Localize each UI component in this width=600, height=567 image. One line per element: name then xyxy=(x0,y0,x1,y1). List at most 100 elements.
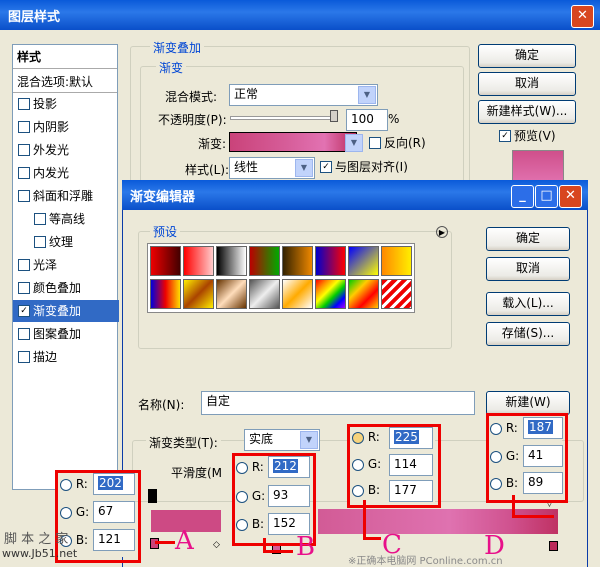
blend-options-item[interactable]: 混合选项:默认 xyxy=(13,69,117,93)
preset-swatch[interactable] xyxy=(249,246,280,276)
rgb-a-b-input[interactable]: 121 xyxy=(93,529,135,551)
checkbox-checked-icon[interactable]: ✓ xyxy=(320,160,332,173)
maximize-icon[interactable]: □ xyxy=(535,185,558,208)
radio-icon[interactable] xyxy=(60,506,72,519)
rgb-b-g-input[interactable]: 93 xyxy=(268,485,310,507)
ok-button[interactable]: 确定 xyxy=(478,44,576,68)
radio-icon[interactable] xyxy=(236,461,248,474)
rgb-d-b-input[interactable]: 89 xyxy=(523,472,563,494)
radio-icon[interactable] xyxy=(236,490,248,503)
style-item-stroke[interactable]: 描边 xyxy=(15,346,113,368)
rgb-c-b-input[interactable]: 177 xyxy=(389,480,433,502)
radio-icon[interactable] xyxy=(352,431,364,444)
rgb-a-g-input[interactable]: 67 xyxy=(93,501,135,523)
style-item-inner-shadow[interactable]: 内阴影 xyxy=(15,116,113,138)
checkbox-icon[interactable] xyxy=(18,120,30,133)
radio-icon[interactable] xyxy=(236,518,248,531)
reverse-checkbox[interactable]: 反向(R) xyxy=(366,134,426,151)
chevron-down-icon[interactable]: ▼ xyxy=(295,159,313,177)
checkbox-icon[interactable] xyxy=(18,327,30,340)
opacity-stop-icon[interactable] xyxy=(148,489,157,503)
align-checkbox[interactable]: ✓ 与图层对齐(I) xyxy=(317,158,408,175)
chevron-down-icon[interactable]: ▼ xyxy=(300,431,318,449)
new-style-button[interactable]: 新建样式(W)... xyxy=(478,100,576,124)
new-gradient-button[interactable]: 新建(W) xyxy=(486,391,570,415)
preset-swatch[interactable] xyxy=(249,279,280,309)
preset-swatch[interactable] xyxy=(348,279,379,309)
checkbox-icon[interactable] xyxy=(34,235,46,248)
opacity-input[interactable]: 100 xyxy=(346,109,388,131)
editor-cancel-button[interactable]: 取消 xyxy=(486,257,570,281)
checkbox-icon[interactable] xyxy=(18,97,30,110)
editor-ok-button[interactable]: 确定 xyxy=(486,227,570,251)
rgb-d-g-input[interactable]: 41 xyxy=(523,445,563,467)
radio-icon[interactable] xyxy=(490,422,502,435)
radio-icon[interactable] xyxy=(352,484,364,497)
radio-icon[interactable] xyxy=(60,478,72,491)
style-item-texture[interactable]: 纹理 xyxy=(15,231,129,253)
style-select[interactable]: 线性 ▼ xyxy=(229,157,315,179)
checkbox-icon[interactable] xyxy=(18,258,30,271)
preset-swatch[interactable] xyxy=(348,246,379,276)
preset-swatch[interactable] xyxy=(381,246,412,276)
checkbox-icon[interactable] xyxy=(18,166,30,179)
checkbox-checked-icon[interactable]: ✓ xyxy=(18,304,30,317)
checkbox-icon[interactable] xyxy=(369,136,381,149)
preset-swatch[interactable] xyxy=(150,246,181,276)
style-item-inner-glow[interactable]: 内发光 xyxy=(15,162,113,184)
rgb-c-g-input[interactable]: 114 xyxy=(389,454,433,476)
rgb-b-r-input[interactable]: 212 xyxy=(268,456,310,478)
style-item-gradient-overlay[interactable]: ✓ 渐变叠加 xyxy=(13,300,119,322)
checkbox-checked-icon[interactable]: ✓ xyxy=(499,129,511,142)
checkbox-icon[interactable] xyxy=(18,281,30,294)
checkbox-icon[interactable] xyxy=(18,350,30,363)
gradient-swatch[interactable] xyxy=(229,132,357,152)
preset-swatch[interactable] xyxy=(315,246,346,276)
rgb-a-r: R: xyxy=(60,477,88,491)
rgb-c-r-input[interactable]: 225 xyxy=(389,427,433,449)
checkbox-icon[interactable] xyxy=(18,143,30,156)
radio-icon[interactable] xyxy=(490,477,502,490)
close-icon[interactable]: ✕ xyxy=(571,5,594,28)
preset-swatch[interactable] xyxy=(183,279,214,309)
gradient-bar-right[interactable] xyxy=(318,509,558,534)
load-button[interactable]: 载入(L)... xyxy=(486,292,570,316)
name-input[interactable]: 自定 xyxy=(201,391,475,415)
checkbox-icon[interactable] xyxy=(18,189,30,202)
close-icon[interactable]: ✕ xyxy=(559,185,582,208)
style-item-color-overlay[interactable]: 颜色叠加 xyxy=(15,277,113,299)
preset-swatch[interactable] xyxy=(150,279,181,309)
rgb-d-r-input[interactable]: 187 xyxy=(523,417,563,439)
preset-swatch[interactable] xyxy=(183,246,214,276)
style-item-pattern-overlay[interactable]: 图案叠加 xyxy=(15,323,113,345)
chevron-down-icon[interactable]: ▼ xyxy=(358,86,376,104)
style-item-drop-shadow[interactable]: 投影 xyxy=(15,93,113,115)
slider-thumb-icon[interactable] xyxy=(330,110,338,122)
preset-swatch[interactable] xyxy=(381,279,412,309)
radio-icon[interactable] xyxy=(352,458,364,471)
style-item-contour[interactable]: 等高线 xyxy=(15,208,129,230)
midpoint-icon[interactable]: ◇ xyxy=(213,540,220,550)
presets-menu-icon[interactable]: ▶ xyxy=(436,226,448,238)
checkbox-icon[interactable] xyxy=(34,212,46,225)
save-button[interactable]: 存储(S)... xyxy=(486,322,570,346)
color-stop-icon[interactable] xyxy=(549,541,558,551)
styles-header[interactable]: 样式 xyxy=(13,45,117,69)
preset-swatch[interactable] xyxy=(216,279,247,309)
preview-checkbox[interactable]: ✓ 预览(V) xyxy=(496,127,556,144)
gradient-type-select[interactable]: 实底 ▼ xyxy=(244,429,320,451)
preset-swatch[interactable] xyxy=(282,246,313,276)
blend-mode-select[interactable]: 正常 ▼ xyxy=(229,84,378,106)
style-item-outer-glow[interactable]: 外发光 xyxy=(15,139,113,161)
minimize-icon[interactable]: _ xyxy=(511,185,534,208)
gradient-dropdown-icon[interactable]: ▼ xyxy=(345,134,363,152)
style-item-bevel-emboss[interactable]: 斜面和浮雕 xyxy=(15,185,113,207)
radio-icon[interactable] xyxy=(490,450,502,463)
preset-swatch[interactable] xyxy=(315,279,346,309)
preset-swatch[interactable] xyxy=(216,246,247,276)
rgb-a-r-input[interactable]: 202 xyxy=(93,473,135,495)
preset-swatch[interactable] xyxy=(282,279,313,309)
style-item-satin[interactable]: 光泽 xyxy=(15,254,113,276)
cancel-button[interactable]: 取消 xyxy=(478,72,576,96)
opacity-slider[interactable] xyxy=(230,116,336,120)
